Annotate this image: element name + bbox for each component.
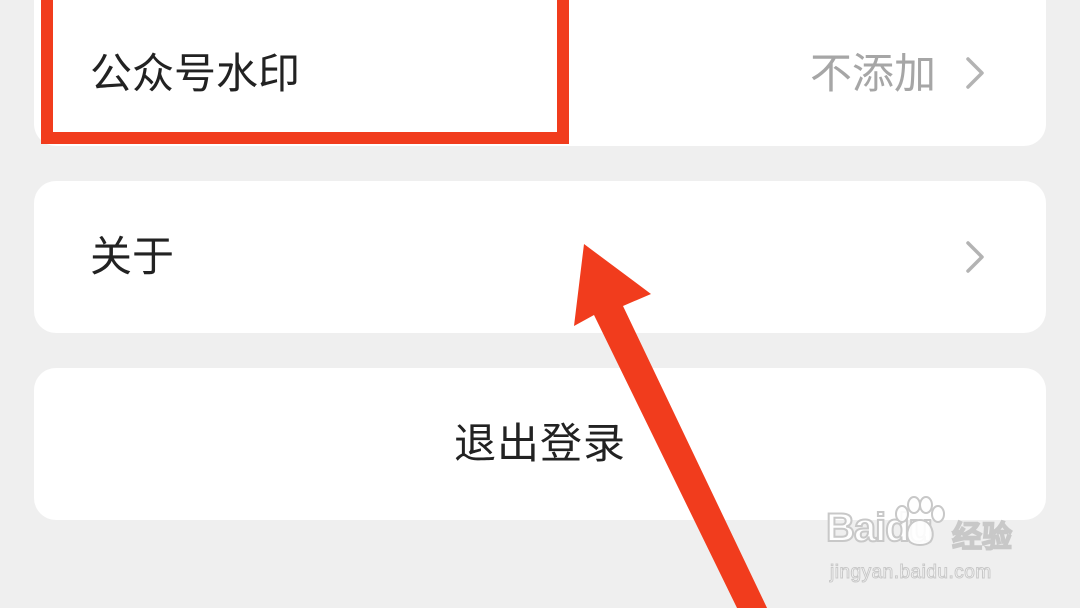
setting-value-watermark: 不添加: [809, 49, 936, 98]
logout-label: 退出登录: [453, 419, 626, 468]
setting-row-about[interactable]: 关于: [34, 181, 1046, 333]
setting-label-about: 关于: [90, 232, 175, 281]
logout-button[interactable]: 退出登录: [34, 368, 1046, 520]
chevron-right-icon: [966, 241, 984, 273]
watermark-url: jingyan.baidu.com: [830, 562, 992, 584]
setting-row-watermark[interactable]: 公众号水印 不添加: [34, 0, 1046, 146]
chevron-right-icon: [966, 57, 984, 89]
setting-label-watermark: 公众号水印: [90, 49, 301, 98]
